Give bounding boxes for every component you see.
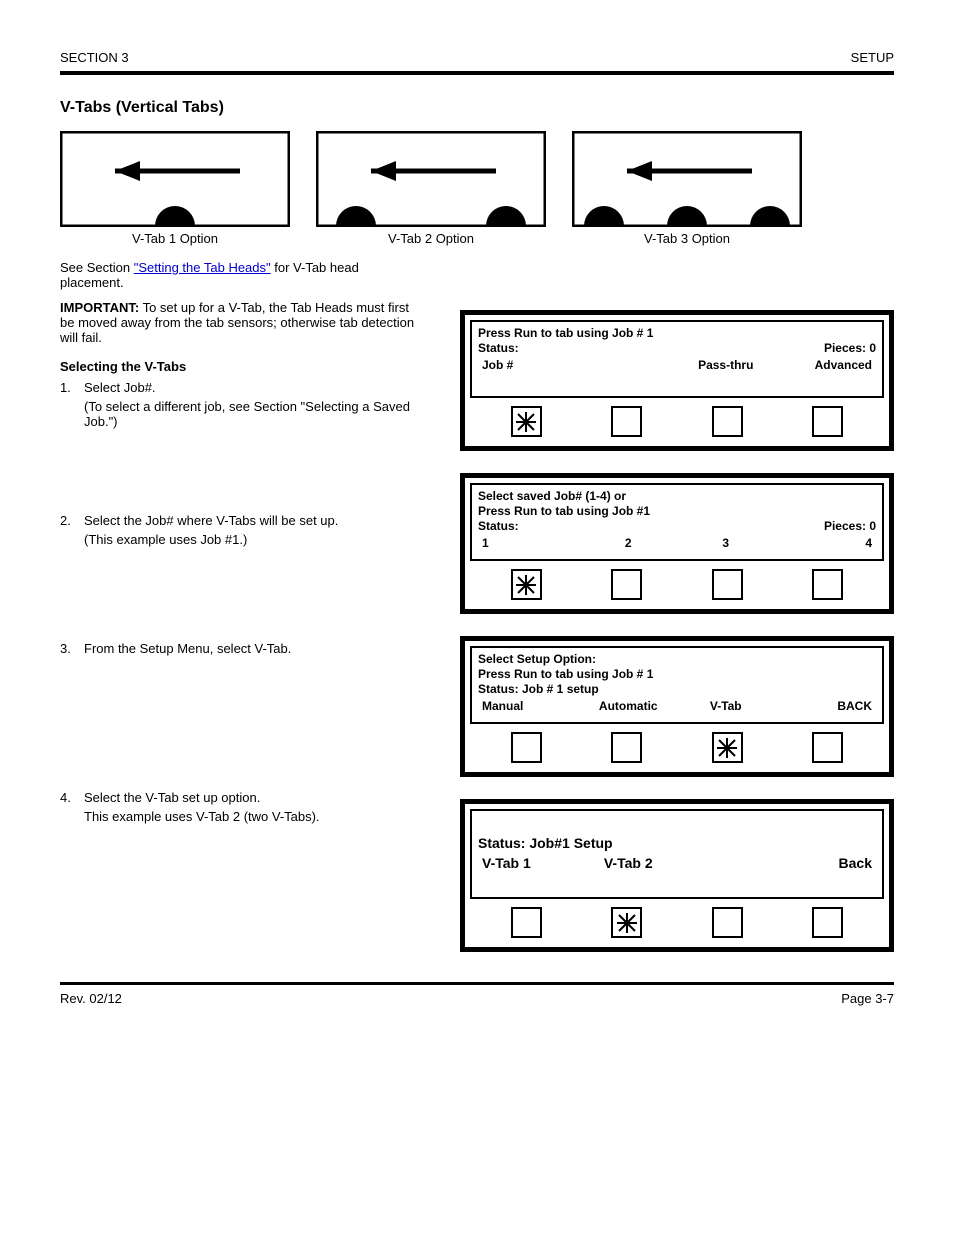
page-header: SECTION 3 SETUP	[60, 50, 894, 65]
footer-page: Page 3-7	[841, 991, 894, 1006]
diagrams-row: V-Tab 1 Option V-Tab 2 Option V	[60, 131, 894, 246]
soft-label-4: BACK	[775, 699, 873, 714]
header-right: SETUP	[851, 50, 894, 65]
intro-line: See Section "Setting the Tab Heads" for …	[60, 260, 420, 290]
soft-button-3[interactable]	[712, 406, 743, 437]
soft-button-1[interactable]	[511, 732, 542, 763]
diagram-label-3: V-Tab 3 Option	[572, 231, 802, 246]
lcd-panel-4: Status: Job#1 SetupV-Tab 1V-Tab 2Back	[460, 799, 894, 952]
soft-button-4[interactable]	[812, 569, 843, 600]
diagram-vtab-2: V-Tab 2 Option	[316, 131, 546, 246]
step-1: 1. Select Job#. (To select a different j…	[60, 380, 420, 429]
soft-label-2: V-Tab 2	[580, 855, 678, 873]
soft-label-1: V-Tab 1	[482, 855, 580, 873]
lcd-panel-2: Select saved Job# (1-4) orPress Run to t…	[460, 473, 894, 614]
important-note: IMPORTANT: To set up for a V-Tab, the Ta…	[60, 300, 420, 345]
soft-label-3: V-Tab	[677, 699, 775, 714]
step-2: 2. Select the Job# where V-Tabs will be …	[60, 513, 420, 547]
soft-button-1[interactable]	[511, 907, 542, 938]
lcd-screen: Select Setup Option:Press Run to tab usi…	[470, 646, 884, 724]
soft-label-2: Automatic	[580, 699, 678, 714]
soft-button-row	[470, 724, 884, 767]
header-rule	[60, 71, 894, 75]
page-footer: Rev. 02/12 Page 3-7	[60, 991, 894, 1006]
soft-button-2[interactable]	[611, 406, 642, 437]
instructions-column: See Section "Setting the Tab Heads" for …	[60, 260, 420, 838]
soft-button-1[interactable]	[511, 569, 542, 600]
soft-label-4: Advanced	[775, 358, 873, 373]
soft-button-4[interactable]	[812, 406, 843, 437]
lcd-screen: Press Run to tab using Job # 1Status:Pie…	[470, 320, 884, 398]
soft-button-2[interactable]	[611, 907, 642, 938]
lcd-panel-3: Select Setup Option:Press Run to tab usi…	[460, 636, 894, 777]
soft-label-4: 4	[775, 536, 873, 551]
diagram-vtab-3: V-Tab 3 Option	[572, 131, 802, 246]
lcd-panel-1: Press Run to tab using Job # 1Status:Pie…	[460, 310, 894, 451]
soft-label-2	[580, 358, 678, 373]
step-4: 4. Select the V-Tab set up option. This …	[60, 790, 420, 824]
soft-label-2: 2	[580, 536, 678, 551]
footer-rev: Rev. 02/12	[60, 991, 122, 1006]
footer-rule	[60, 982, 894, 985]
soft-button-3[interactable]	[712, 907, 743, 938]
lcd-screen: Status: Job#1 SetupV-Tab 1V-Tab 2Back	[470, 809, 884, 899]
soft-button-row	[470, 899, 884, 942]
soft-button-3[interactable]	[712, 732, 743, 763]
soft-button-2[interactable]	[611, 732, 642, 763]
soft-button-4[interactable]	[812, 732, 843, 763]
soft-label-3: Pass-thru	[677, 358, 775, 373]
soft-label-1: Job #	[482, 358, 580, 373]
diagram-vtab-1: V-Tab 1 Option	[60, 131, 290, 246]
soft-label-3: 3	[677, 536, 775, 551]
soft-button-3[interactable]	[712, 569, 743, 600]
panels-column: Press Run to tab using Job # 1Status:Pie…	[460, 310, 894, 952]
soft-button-2[interactable]	[611, 569, 642, 600]
soft-button-1[interactable]	[511, 406, 542, 437]
section-link[interactable]: "Setting the Tab Heads"	[134, 260, 271, 275]
soft-label-1: 1	[482, 536, 580, 551]
header-left: SECTION 3	[60, 50, 129, 65]
section-title: V-Tabs (Vertical Tabs)	[60, 99, 894, 117]
soft-label-3	[677, 855, 775, 873]
soft-button-row	[470, 398, 884, 441]
soft-label-4: Back	[775, 855, 873, 873]
steps-heading: Selecting the V-Tabs	[60, 359, 420, 374]
soft-button-4[interactable]	[812, 907, 843, 938]
diagram-label-2: V-Tab 2 Option	[316, 231, 546, 246]
soft-button-row	[470, 561, 884, 604]
lcd-screen: Select saved Job# (1-4) orPress Run to t…	[470, 483, 884, 561]
step-3: 3. From the Setup Menu, select V-Tab.	[60, 641, 420, 656]
soft-label-1: Manual	[482, 699, 580, 714]
diagram-label-1: V-Tab 1 Option	[60, 231, 290, 246]
